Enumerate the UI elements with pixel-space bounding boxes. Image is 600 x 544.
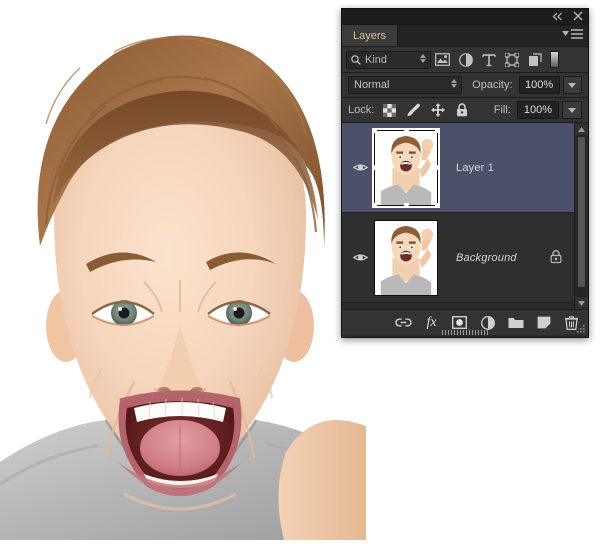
scrollbar-track[interactable]	[577, 135, 586, 297]
table-row[interactable]: Layer 1	[342, 123, 588, 213]
new-layer-icon[interactable]	[535, 314, 552, 331]
filter-kind-select[interactable]: Kind	[346, 50, 431, 69]
layers-bottom-toolbar: fx	[342, 309, 588, 335]
collapse-to-icons-icon[interactable]	[551, 10, 563, 22]
layer-thumbnail-image	[375, 220, 437, 295]
screenshot-root: Layers Kind Normal Opacity: 100% Lock: F…	[0, 0, 600, 544]
filter-shape-layers-icon[interactable]	[500, 49, 523, 71]
opacity-dropdown-button[interactable]	[562, 76, 582, 94]
close-icon[interactable]	[572, 10, 584, 22]
layers-panel[interactable]: Layers Kind Normal Opacity: 100% Lock: F…	[341, 8, 589, 338]
blend-mode-stepper[interactable]	[451, 79, 458, 88]
filter-kind-stepper[interactable]	[420, 53, 426, 63]
blend-mode-value: Normal	[354, 79, 390, 91]
lock-transparent-pixels-icon[interactable]	[382, 103, 397, 118]
layers-list[interactable]: Layer 1 Background	[342, 123, 588, 309]
panel-title-bar	[342, 9, 588, 25]
filter-type-layers-icon[interactable]	[477, 49, 500, 71]
lock-all-icon[interactable]	[454, 103, 469, 118]
layer-locked-icon	[550, 249, 562, 266]
panel-resize-grip[interactable]	[576, 324, 586, 334]
layer-thumbnail[interactable]	[372, 127, 440, 208]
layer-thumbnail[interactable]	[374, 219, 438, 296]
panel-drag-grip[interactable]	[442, 330, 488, 335]
filter-enable-switch[interactable]	[550, 51, 559, 68]
blend-mode-row: Normal Opacity: 100%	[342, 73, 588, 98]
blend-mode-select[interactable]: Normal	[348, 76, 463, 94]
link-layers-icon[interactable]	[395, 314, 412, 331]
filter-smart-objects-icon[interactable]	[523, 49, 546, 71]
fill-dropdown-button[interactable]	[562, 101, 582, 119]
search-icon	[351, 54, 361, 65]
fx-label: fx	[426, 314, 437, 330]
photo-woman-screaming	[0, 0, 366, 544]
panel-tab-row: Layers	[342, 25, 588, 47]
layers-scrollbar[interactable]	[574, 123, 588, 309]
fill-label: Fill:	[493, 104, 511, 116]
lock-position-icon[interactable]	[430, 103, 445, 118]
layer-style-fx-icon[interactable]: fx	[423, 314, 440, 331]
tab-row-empty-area	[398, 25, 588, 46]
tab-layers-label: Layers	[353, 29, 387, 42]
filter-pixel-layers-icon[interactable]	[431, 49, 454, 71]
table-row[interactable]: Background	[342, 213, 588, 303]
layer-visibility-eye-icon[interactable]	[350, 252, 370, 263]
layer-name[interactable]: Background	[456, 252, 517, 264]
fill-value-field[interactable]: 100%	[516, 101, 559, 119]
lock-image-pixels-icon[interactable]	[406, 103, 421, 118]
layer-thumbnail-image	[375, 130, 437, 205]
scroll-down-arrow-icon[interactable]	[575, 297, 588, 309]
filter-adjustment-layers-icon[interactable]	[454, 49, 477, 71]
lock-label: Lock:	[348, 104, 375, 116]
new-group-folder-icon[interactable]	[507, 314, 524, 331]
filter-kind-label: Kind	[365, 53, 388, 66]
layer-filter-row: Kind	[342, 47, 588, 73]
scrollbar-thumb[interactable]	[578, 137, 585, 287]
add-layer-mask-icon[interactable]	[451, 314, 468, 331]
panel-menu-icon[interactable]	[562, 29, 583, 39]
lock-row: Lock: Fill: 100%	[342, 98, 588, 123]
layer-name[interactable]: Layer 1	[456, 162, 494, 174]
opacity-label: Opacity:	[472, 79, 513, 91]
new-adjustment-layer-icon[interactable]	[479, 314, 496, 331]
tab-layers[interactable]: Layers	[342, 25, 399, 46]
scroll-up-arrow-icon[interactable]	[575, 123, 588, 135]
layer-visibility-eye-icon[interactable]	[350, 162, 370, 173]
opacity-value-field[interactable]: 100%	[518, 76, 560, 94]
